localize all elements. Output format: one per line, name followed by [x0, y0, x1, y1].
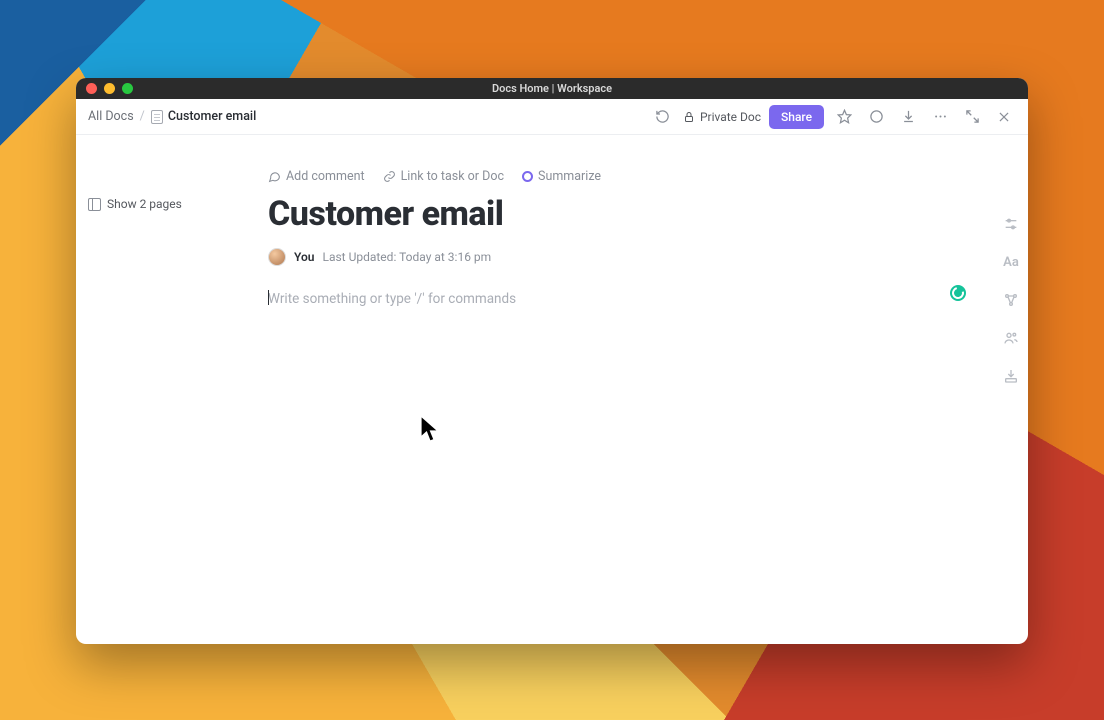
- breadcrumb-current-label: Customer email: [168, 109, 256, 124]
- close-window-button[interactable]: [86, 83, 97, 94]
- add-comment-action[interactable]: Add comment: [268, 169, 365, 184]
- add-comment-label: Add comment: [286, 169, 365, 184]
- history-icon[interactable]: [651, 105, 675, 129]
- pages-icon: [88, 198, 101, 211]
- link-task-action[interactable]: Link to task or Doc: [383, 169, 504, 184]
- link-icon: [383, 170, 396, 183]
- typography-rail-icon[interactable]: Aa: [1002, 253, 1020, 271]
- breadcrumb: All Docs / Customer email: [88, 109, 256, 124]
- show-pages-toggle[interactable]: Show 2 pages: [88, 197, 268, 211]
- subtasks-icon[interactable]: [864, 105, 888, 129]
- settings-rail-icon[interactable]: [1002, 215, 1020, 233]
- export-rail-icon[interactable]: [1002, 367, 1020, 385]
- last-updated: Last Updated: Today at 3:16 pm: [322, 250, 491, 264]
- author-avatar[interactable]: [268, 248, 286, 266]
- doc-actions: Add comment Link to task or Doc Summariz…: [268, 169, 968, 184]
- breadcrumb-root[interactable]: All Docs: [88, 109, 134, 124]
- author-name[interactable]: You: [294, 250, 314, 264]
- editor-placeholder: Write something or type '/' for commands: [268, 291, 516, 307]
- right-rail: Aa: [1002, 215, 1020, 385]
- doc-title[interactable]: Customer email: [268, 194, 968, 234]
- privacy-toggle[interactable]: Private Doc: [683, 110, 761, 124]
- desktop-wallpaper: Docs Home | Workspace All Docs / Custome…: [0, 0, 1104, 720]
- doc-meta: You Last Updated: Today at 3:16 pm: [268, 248, 968, 266]
- more-icon[interactable]: [928, 105, 952, 129]
- comment-icon: [268, 170, 281, 183]
- relationships-rail-icon[interactable]: [1002, 291, 1020, 309]
- show-pages-label: Show 2 pages: [107, 197, 182, 211]
- privacy-label: Private Doc: [700, 110, 761, 124]
- window-title: Docs Home | Workspace: [76, 82, 1028, 95]
- zoom-window-button[interactable]: [122, 83, 133, 94]
- breadcrumb-current[interactable]: Customer email: [151, 109, 256, 124]
- summarize-label: Summarize: [538, 169, 601, 184]
- favorite-icon[interactable]: [832, 105, 856, 129]
- collaborators-rail-icon[interactable]: [1002, 329, 1020, 347]
- lock-icon: [683, 111, 695, 123]
- minimize-window-button[interactable]: [104, 83, 115, 94]
- editor-body[interactable]: Write something or type '/' for commands: [268, 288, 968, 307]
- doc-body: Show 2 pages Add comment Link to task or…: [76, 135, 1028, 644]
- collapse-icon[interactable]: [960, 105, 984, 129]
- window-controls: [86, 83, 133, 94]
- top-toolbar: All Docs / Customer email Private Doc Sh…: [76, 99, 1028, 135]
- summarize-action[interactable]: Summarize: [522, 169, 601, 184]
- ai-icon: [522, 171, 533, 182]
- window-titlebar: Docs Home | Workspace: [76, 78, 1028, 99]
- app-window: Docs Home | Workspace All Docs / Custome…: [76, 78, 1028, 644]
- text-caret: [268, 290, 269, 305]
- download-icon[interactable]: [896, 105, 920, 129]
- close-icon[interactable]: [992, 105, 1016, 129]
- link-task-label: Link to task or Doc: [401, 169, 504, 184]
- doc-icon: [151, 110, 163, 124]
- editor-column: Add comment Link to task or Doc Summariz…: [268, 135, 968, 644]
- grammarly-icon[interactable]: [950, 285, 966, 301]
- left-sidebar: Show 2 pages: [76, 135, 268, 644]
- share-button[interactable]: Share: [769, 105, 824, 129]
- breadcrumb-separator: /: [140, 109, 145, 124]
